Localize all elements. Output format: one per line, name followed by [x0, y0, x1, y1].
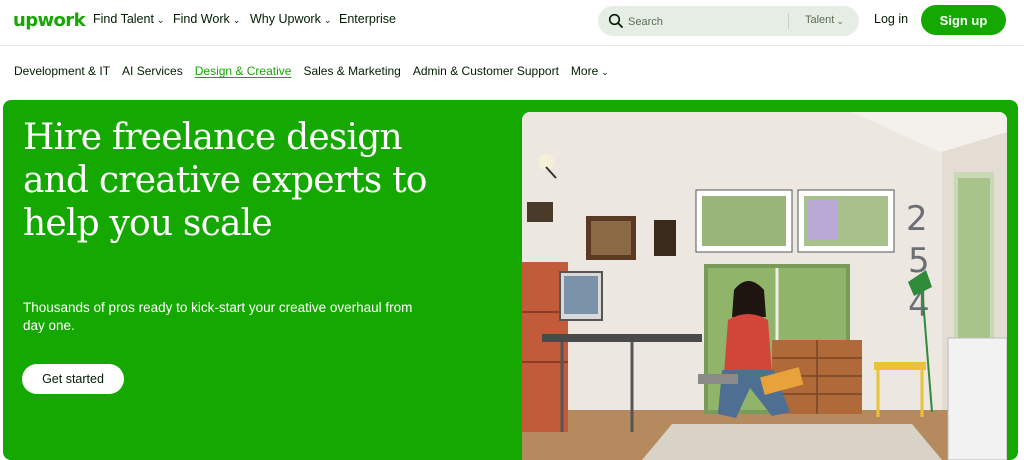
- get-started-button[interactable]: Get started: [22, 364, 124, 394]
- search-input[interactable]: [626, 12, 780, 32]
- nav-label: Find Work: [173, 12, 230, 26]
- nav-label: Enterprise: [339, 12, 396, 26]
- category-admin-support[interactable]: Admin & Customer Support: [413, 64, 559, 78]
- chevron-down-icon: ⌄: [232, 14, 241, 25]
- search-divider: [788, 13, 789, 29]
- category-more-label: More: [570, 64, 599, 78]
- studio-illustration: 2 5 4: [522, 112, 1007, 460]
- upwork-logo[interactable]: upwork: [13, 10, 86, 31]
- wall-number-2: 2: [906, 199, 928, 239]
- category-development-it[interactable]: Development & IT: [14, 64, 110, 78]
- top-header: upwork Find Talent ⌄ Find Work ⌄ Why Upw…: [0, 0, 1024, 46]
- hero-banner: Hire freelance design and creative exper…: [3, 100, 1018, 460]
- nav-find-talent[interactable]: Find Talent ⌄: [93, 12, 164, 26]
- category-design-creative[interactable]: Design & Creative: [195, 64, 292, 78]
- nav-why-upwork[interactable]: Why Upwork ⌄: [250, 12, 331, 26]
- chevron-down-icon: ⌄: [836, 15, 844, 26]
- nav-label: Why Upwork: [250, 12, 321, 26]
- signup-button[interactable]: Sign up: [921, 5, 1006, 35]
- nav-find-work[interactable]: Find Work ⌄: [173, 12, 240, 26]
- search-type-label: Talent: [805, 14, 835, 26]
- category-nav: Development & IT AI Services Design & Cr…: [14, 64, 609, 78]
- search-icon: [608, 13, 623, 28]
- hero-photo: 2 5 4: [522, 112, 1007, 460]
- hero-subtitle: Thousands of pros ready to kick-start yo…: [23, 300, 413, 333]
- category-sales-marketing[interactable]: Sales & Marketing: [303, 64, 400, 78]
- category-more[interactable]: More ⌄: [571, 64, 609, 78]
- login-link[interactable]: Log in: [874, 12, 908, 26]
- chevron-down-icon: ⌄: [156, 14, 165, 25]
- nav-label: Find Talent: [93, 12, 154, 26]
- chevron-down-icon: ⌄: [323, 14, 332, 25]
- category-ai-services[interactable]: AI Services: [122, 64, 183, 78]
- search-bar[interactable]: Talent ⌄: [598, 6, 859, 36]
- search-type-select[interactable]: Talent ⌄: [805, 14, 844, 26]
- chevron-down-icon: ⌄: [601, 66, 609, 77]
- hero-title: Hire freelance design and creative exper…: [23, 117, 427, 244]
- nav-enterprise[interactable]: Enterprise: [339, 12, 396, 26]
